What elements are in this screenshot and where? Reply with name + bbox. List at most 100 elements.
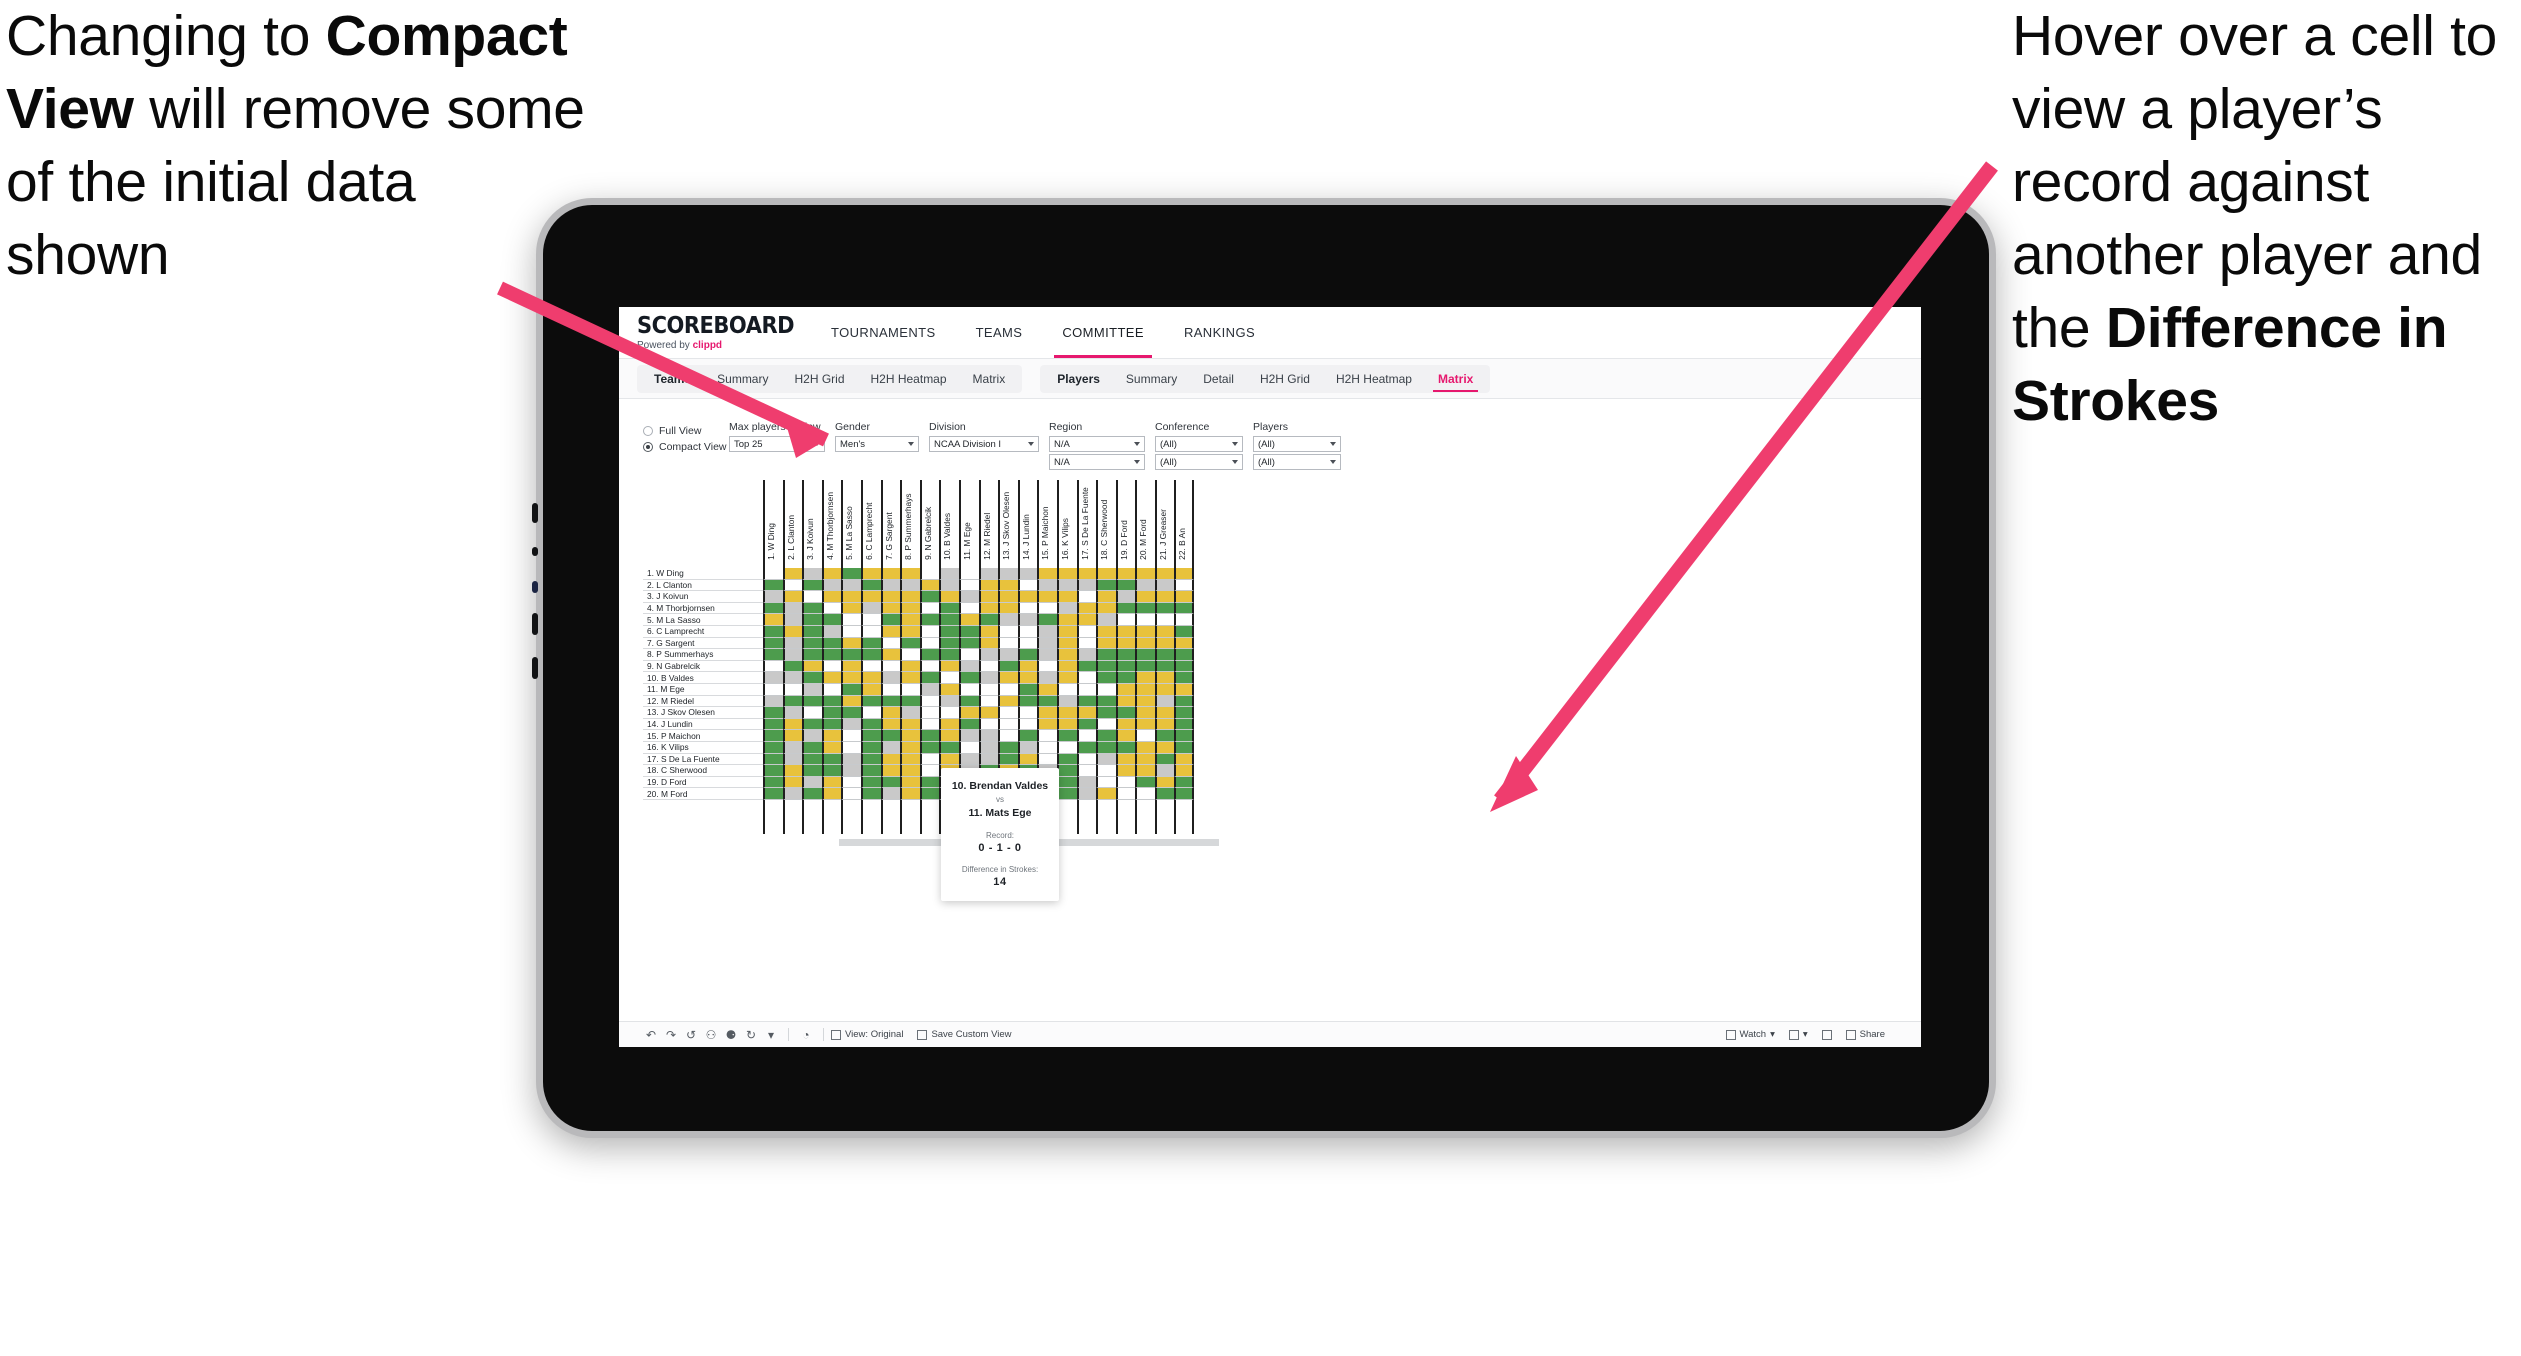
matrix-row-header[interactable]: 11. M Ege — [643, 684, 763, 696]
matrix-cell[interactable] — [782, 753, 803, 766]
resume-icon[interactable]: ⚈ — [721, 1028, 741, 1042]
matrix-cell[interactable] — [782, 625, 803, 638]
matrix-row-header[interactable]: 16. K Vilips — [643, 742, 763, 754]
matrix-cell[interactable] — [978, 695, 999, 708]
matrix-cell[interactable] — [1037, 602, 1057, 615]
matrix-cell[interactable] — [1076, 707, 1097, 719]
matrix-cell[interactable] — [841, 625, 861, 638]
matrix-col-header[interactable]: 4. M Thorbjornsen — [821, 480, 842, 568]
matrix-cell[interactable] — [821, 730, 842, 742]
matrix-cell[interactable] — [1017, 568, 1038, 580]
matrix-cell[interactable] — [860, 788, 881, 800]
matrix-cell[interactable] — [1154, 602, 1175, 615]
matrix-cell[interactable] — [998, 614, 1018, 626]
tab-detail[interactable]: Detail — [1190, 365, 1247, 393]
matrix-cell[interactable] — [1135, 683, 1155, 696]
matrix-cell[interactable] — [841, 776, 861, 789]
matrix-cell[interactable] — [1174, 683, 1195, 696]
matrix-cell[interactable] — [1174, 695, 1195, 708]
matrix-cell[interactable] — [880, 637, 901, 650]
matrix-cell[interactable] — [763, 765, 783, 777]
matrix-cell[interactable] — [802, 614, 822, 626]
matrix-cell[interactable] — [782, 707, 803, 719]
matrix-cell[interactable] — [998, 672, 1018, 684]
matrix-cell[interactable] — [1154, 649, 1175, 661]
matrix-cell[interactable] — [958, 614, 979, 626]
matrix-cell[interactable] — [1154, 579, 1175, 592]
matrix-cell[interactable] — [1076, 625, 1097, 638]
matrix-cell[interactable] — [782, 776, 803, 789]
matrix-cell[interactable] — [978, 672, 999, 684]
matrix-cell[interactable] — [900, 579, 920, 592]
matrix-cell[interactable] — [1115, 753, 1136, 766]
matrix-cell[interactable] — [1017, 649, 1038, 661]
refresh-icon[interactable]: ↻ — [741, 1028, 761, 1042]
matrix-cell[interactable] — [782, 730, 803, 742]
matrix-cell[interactable] — [1076, 765, 1097, 777]
matrix-row-header[interactable]: 6. C Lamprecht — [643, 626, 763, 638]
matrix-cell[interactable] — [1135, 707, 1155, 719]
matrix-cell[interactable] — [1096, 776, 1116, 789]
matrix-cell[interactable] — [939, 591, 959, 603]
matrix-row-header[interactable]: 2. L Clanton — [643, 580, 763, 592]
matrix-cell[interactable] — [958, 683, 979, 696]
matrix-cell[interactable] — [841, 707, 861, 719]
matrix-cell[interactable] — [821, 683, 842, 696]
matrix-cell[interactable] — [763, 660, 783, 673]
matrix-cell[interactable] — [1154, 741, 1175, 754]
matrix-cell[interactable] — [1135, 602, 1155, 615]
matrix-cell[interactable] — [802, 591, 822, 603]
matrix-cell[interactable] — [1017, 753, 1038, 766]
matrix-cell[interactable] — [1115, 683, 1136, 696]
matrix-cell[interactable] — [900, 718, 920, 731]
redo-icon[interactable]: ↷ — [661, 1028, 681, 1042]
filter-select-max-players-in-view[interactable]: Top 25 — [729, 436, 825, 452]
matrix-cell[interactable] — [919, 602, 940, 615]
matrix-cell[interactable] — [1115, 776, 1136, 789]
matrix-cell[interactable] — [900, 614, 920, 626]
nav-item-committee[interactable]: COMMITTEE — [1042, 307, 1164, 358]
watch-button[interactable]: Watch ▾ — [1725, 1029, 1775, 1040]
matrix-cell[interactable] — [1115, 602, 1136, 615]
matrix-cell[interactable] — [978, 649, 999, 661]
matrix-cell[interactable] — [939, 637, 959, 650]
matrix-cell[interactable] — [1037, 753, 1057, 766]
matrix-cell[interactable] — [998, 683, 1018, 696]
matrix-cell[interactable] — [919, 753, 940, 766]
matrix-cell[interactable] — [1096, 649, 1116, 661]
matrix-cell[interactable] — [998, 753, 1018, 766]
matrix-cell[interactable] — [958, 753, 979, 766]
matrix-cell[interactable] — [919, 741, 940, 754]
matrix-col-header[interactable]: 11. M Ege — [958, 480, 979, 568]
matrix-cell[interactable] — [1096, 741, 1116, 754]
matrix-cell[interactable] — [1056, 788, 1077, 800]
matrix-cell[interactable] — [880, 614, 901, 626]
matrix-cell[interactable] — [919, 695, 940, 708]
matrix-cell[interactable] — [860, 776, 881, 789]
matrix-cell[interactable] — [821, 579, 842, 592]
matrix-cell[interactable] — [782, 765, 803, 777]
matrix-cell[interactable] — [1135, 579, 1155, 592]
matrix-cell[interactable] — [1056, 753, 1077, 766]
matrix-cell[interactable] — [1076, 660, 1097, 673]
matrix-cell[interactable] — [1076, 718, 1097, 731]
matrix-col-header[interactable]: 2. L Clanton — [782, 480, 803, 568]
matrix-cell[interactable] — [900, 788, 920, 800]
matrix-cell[interactable] — [802, 672, 822, 684]
filter-select-players[interactable]: (All) — [1253, 436, 1341, 452]
matrix-cell[interactable] — [1037, 707, 1057, 719]
matrix-cell[interactable] — [880, 568, 901, 580]
matrix-cell[interactable] — [1076, 672, 1097, 684]
matrix-cell[interactable] — [1174, 672, 1195, 684]
matrix-row-header[interactable]: 3. J Koivun — [643, 591, 763, 603]
matrix-cell[interactable] — [958, 730, 979, 742]
matrix-cell[interactable] — [860, 625, 881, 638]
matrix-cell[interactable] — [1017, 579, 1038, 592]
matrix-cell[interactable] — [1174, 741, 1195, 754]
matrix-cell[interactable] — [782, 568, 803, 580]
tab-matrix[interactable]: Matrix — [960, 365, 1019, 393]
matrix-cell[interactable] — [802, 718, 822, 731]
matrix-cell[interactable] — [1135, 614, 1155, 626]
revert-icon[interactable]: ↺ — [681, 1028, 701, 1042]
matrix-cell[interactable] — [821, 765, 842, 777]
